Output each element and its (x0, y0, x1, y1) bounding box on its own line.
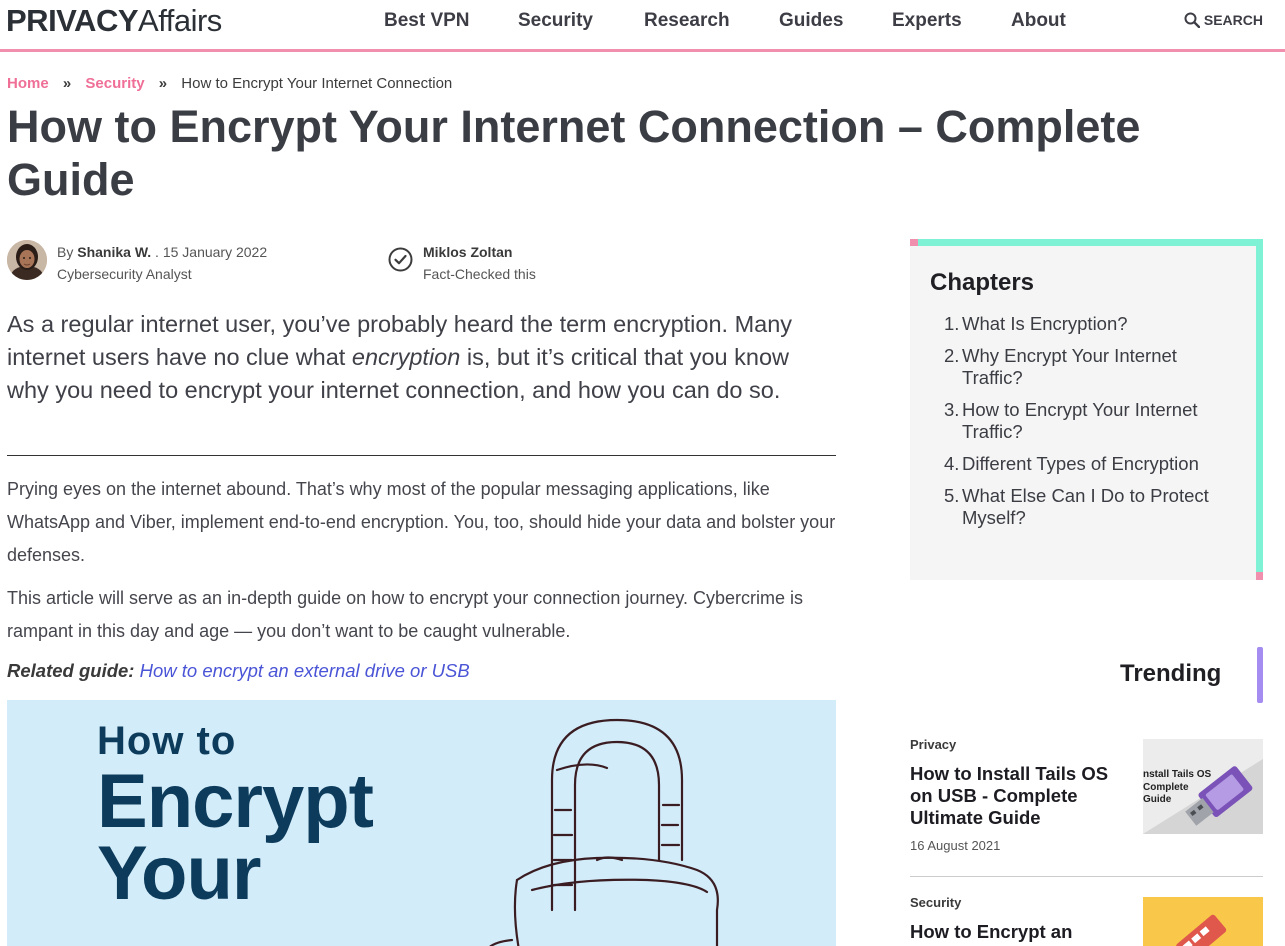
related-guide: Related guide: How to encrypt an externa… (7, 660, 470, 682)
chapters-list: 1. What Is Encryption? 2. Why Encrypt Your… (944, 313, 1234, 539)
nav-item-best-vpn[interactable]: Best VPN (384, 10, 470, 32)
breadcrumb-separator: » (62, 75, 72, 92)
hero-line-2: Encrypt (97, 759, 374, 844)
trending-accent (1257, 647, 1263, 703)
logo-bold-text: PRIVACY (6, 3, 139, 38)
chapter-label: How to Encrypt Your Internet Traffic? (962, 399, 1198, 442)
chapter-number: 5. (944, 485, 960, 506)
hero-image: How to Encrypt Your (7, 700, 836, 946)
checker-note: Fact-Checked this (423, 266, 536, 282)
hero-heading: How to Encrypt Your (97, 716, 374, 916)
publish-date: . 15 January 2022 (155, 244, 268, 260)
chapters-box: Chapters 1. What Is Encryption? 2. Why Enc… (910, 239, 1263, 580)
page-title: How to Encrypt Your Internet Connection … (7, 101, 1141, 205)
intro-emphasis: encryption (351, 344, 461, 370)
nav-item-security[interactable]: Security (518, 10, 593, 32)
site-header: PRIVACYAffairs Best VPN Security Researc… (0, 0, 1285, 52)
trend-category[interactable]: Privacy (910, 737, 956, 752)
search-icon (1184, 12, 1200, 28)
breadcrumb: Home » Security » How to Encrypt Your In… (7, 75, 452, 92)
breadcrumb-home[interactable]: Home (7, 75, 49, 92)
nav-item-about[interactable]: About (1011, 10, 1066, 32)
trend-title[interactable]: How to Install Tails OS on USB - Complet… (910, 763, 1125, 829)
svg-text:nstall Tails OS: nstall Tails OS (1143, 769, 1211, 780)
chapter-label: Why Encrypt Your Internet Traffic? (962, 345, 1177, 388)
article-paragraph: This article will serve as an in-depth g… (7, 588, 804, 641)
svg-text:Guide: Guide (1143, 794, 1172, 805)
related-guide-label: Related guide: (7, 660, 135, 681)
svg-text:Complete: Complete (1143, 782, 1189, 793)
chapter-label: Different Types of Encryption (962, 453, 1199, 474)
chapter-link[interactable]: 3. How to Encrypt Your Internet Traffic? (944, 399, 1234, 443)
search-label: SEARCH (1203, 12, 1263, 28)
chapter-label: What Else Can I Do to Protect Myself? (962, 485, 1209, 528)
author-role: Cybersecurity Analyst (57, 266, 192, 282)
padlock-icon (489, 718, 719, 946)
breadcrumb-current: How to Encrypt Your Internet Connection (181, 75, 453, 92)
trend-thumbnail[interactable]: nstall Tails OS Complete Guide (1143, 739, 1263, 834)
related-guide-link[interactable]: How to encrypt an external drive or USB (140, 660, 470, 681)
author-info: By Shanika W. . 15 January 2022 Cybersec… (57, 241, 267, 285)
chapter-number: 3. (944, 399, 960, 420)
nav-item-experts[interactable]: Experts (892, 10, 962, 32)
article-paragraph: Prying eyes on the internet abound. That… (7, 479, 836, 565)
chapter-link[interactable]: 1. What Is Encryption? (944, 313, 1234, 335)
chapter-number: 4. (944, 453, 960, 474)
search-button[interactable]: SEARCH (1184, 12, 1263, 28)
breadcrumb-separator: » (158, 75, 168, 92)
chapters-title: Chapters (930, 269, 1035, 296)
chapter-link[interactable]: 4. Different Types of Encryption (944, 453, 1234, 475)
chapter-label: What Is Encryption? (962, 313, 1128, 334)
trend-category[interactable]: Security (910, 895, 961, 910)
fact-check-info: Miklos Zoltan Fact-Checked this (423, 241, 536, 285)
avatar[interactable] (7, 240, 47, 280)
trend-title[interactable]: How to Encrypt an (910, 921, 1125, 943)
hero-line-3: Your (97, 831, 261, 916)
logo-light-text: Affairs (138, 3, 222, 38)
chapters-accent-top (910, 239, 1263, 246)
chapter-link[interactable]: 5. What Else Can I Do to Protect Myself? (944, 485, 1234, 529)
site-logo[interactable]: PRIVACYAffairs (6, 3, 222, 39)
trending-title: Trending (1120, 660, 1222, 687)
chapters-accent-right (1256, 239, 1263, 580)
trend-thumbnail[interactable] (1143, 897, 1263, 946)
chapter-number: 1. (944, 313, 960, 334)
nav-item-research[interactable]: Research (644, 10, 730, 32)
breadcrumb-security[interactable]: Security (85, 75, 144, 92)
trend-date: 16 August 2021 (910, 838, 1001, 853)
author-prefix: By (57, 244, 74, 260)
chapters-accent-corner (910, 239, 918, 246)
checker-name[interactable]: Miklos Zoltan (423, 244, 512, 260)
fact-check-icon (388, 247, 413, 272)
intro-divider (7, 455, 836, 456)
chapter-number: 2. (944, 345, 960, 366)
trend-separator (910, 876, 1263, 877)
chapters-accent-corner (1256, 572, 1263, 580)
article-intro: As a regular internet user, you’ve proba… (7, 308, 837, 407)
nav-item-guides[interactable]: Guides (779, 10, 843, 32)
chapter-link[interactable]: 2. Why Encrypt Your Internet Traffic? (944, 345, 1234, 389)
author-name[interactable]: Shanika W. (77, 244, 151, 260)
author-row: By Shanika W. . 15 January 2022 Cybersec… (7, 238, 837, 282)
